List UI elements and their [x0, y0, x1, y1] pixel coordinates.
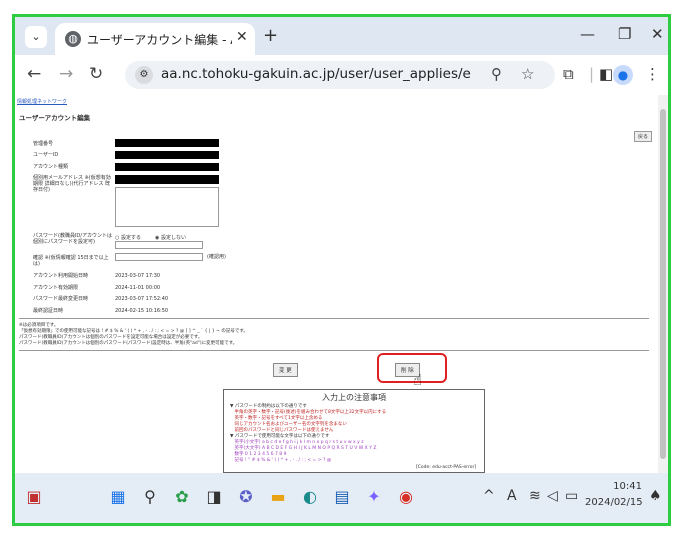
url-text[interactable]: aa.nc.tohoku-gakuin.ac.jp/user/user_appl…	[161, 66, 471, 82]
chrome-icon[interactable]: ◉	[395, 486, 417, 508]
profile-avatar-icon[interactable]: ●	[613, 65, 633, 85]
screenshot-frame: ⌄ ◍ ユーザーアカウント編集 - Account ✕ + — ❐ ✕ ← → …	[12, 14, 671, 526]
tab-search-icon[interactable]: ⌄	[25, 26, 47, 48]
tab-strip: ⌄ ◍ ユーザーアカウント編集 - Account ✕ + — ❐ ✕	[15, 17, 668, 55]
web-page: 情報処理ネットワーク ユーザーアカウント編集 戻る 管理番号 ユーザーID アカ…	[15, 95, 668, 473]
chevron-up-icon[interactable]: ^	[483, 488, 495, 504]
hand-cursor-icon: ☝	[413, 371, 423, 389]
windows-taskbar: ▣ ▦ ⚲ ✿ ◨ ✪ ▬ ◐ ▤ ✦ ◉ ^ A ≋ ◁ ▭ 10:41 20…	[15, 473, 668, 523]
widgets-icon[interactable]: ▣	[23, 486, 45, 508]
address-bar[interactable]: ⚙ aa.nc.tohoku-gakuin.ac.jp/user/user_ap…	[125, 61, 555, 89]
store-icon[interactable]: ▤	[331, 486, 353, 508]
input-notes-popup: 入力上の注意事項 ▼ パスワードの制約は以下の通りです 半角の英字・数字・記号(…	[223, 389, 485, 473]
teams-icon[interactable]: ✪	[235, 486, 257, 508]
radio-set[interactable]: ○ 設定する	[115, 234, 141, 241]
date-value-start: 2023-03-07 17:30	[115, 273, 161, 279]
back-button[interactable]: 戻る	[633, 131, 652, 142]
edge-icon[interactable]: ◐	[299, 486, 321, 508]
redacted-value	[115, 175, 219, 184]
radio-not-set[interactable]: ◉ 設定しない	[155, 234, 186, 241]
menu-kebab-icon[interactable]: ⋮	[645, 65, 660, 83]
redacted-value	[115, 163, 219, 171]
restore-icon[interactable]: ❐	[618, 25, 631, 43]
field-label-userid: ユーザーID	[33, 152, 59, 158]
tab-title: ユーザーアカウント編集 - Account	[87, 33, 232, 47]
site-info-icon[interactable]: ⚙	[135, 66, 153, 84]
search-icon[interactable]: ⚲	[139, 486, 161, 508]
date-label-expire: アカウント有効期限	[33, 285, 79, 291]
date-label-lastauth: 最終認証日時	[33, 308, 64, 314]
reload-icon[interactable]: ↻	[89, 64, 103, 84]
clock-time[interactable]: 10:41	[606, 481, 642, 492]
confirm-label: 確認 ※(仮情報確認 15日まで以上は)	[33, 255, 109, 267]
confirm-suffix: (確認用)	[207, 254, 226, 260]
close-tab-icon[interactable]: ✕	[236, 29, 248, 45]
battery-icon[interactable]: ▭	[565, 488, 578, 504]
close-window-icon[interactable]: ✕	[651, 25, 664, 43]
tab-account-edit[interactable]: ◍ ユーザーアカウント編集 - Account ✕	[55, 23, 255, 55]
password-label: パスワード(教職員ID/アカウントは個別にパスワードを設定可)	[33, 233, 112, 245]
popup-title: 入力上の注意事項	[322, 393, 386, 402]
popup-code: [Code: edu-acct-PAS-error]	[416, 465, 477, 470]
forward-icon[interactable]: →	[59, 64, 73, 84]
divider	[19, 318, 649, 319]
wifi-icon[interactable]: ≋	[529, 488, 541, 504]
extensions-icon[interactable]: ⧉	[563, 65, 574, 83]
divider	[19, 350, 649, 351]
field-label-email: 個別用メールアドレス ※(仮想有効期限 詳細日なし)(代行アドレス 既存日付)	[33, 175, 111, 193]
side-panel-icon[interactable]: ◧	[599, 65, 613, 83]
redacted-value	[115, 139, 219, 147]
app-icon[interactable]: ✦	[363, 486, 385, 508]
volume-icon[interactable]: ◁	[547, 488, 558, 504]
notification-bell-icon[interactable]: ♠	[649, 488, 662, 504]
scrollbar-thumb[interactable]	[660, 109, 666, 459]
redacted-value	[115, 151, 219, 159]
email-textarea[interactable]	[115, 187, 219, 227]
zoom-icon[interactable]: ⚲	[491, 65, 502, 83]
page-title: ユーザーアカウント編集	[19, 114, 91, 122]
change-button[interactable]: 変 更	[273, 363, 298, 377]
start-icon[interactable]: ▦	[107, 486, 129, 508]
breadcrumb[interactable]: 情報処理ネットワーク	[17, 98, 67, 105]
highlight-box	[377, 353, 447, 383]
bookmark-star-icon[interactable]: ☆	[521, 65, 534, 83]
date-value-lastauth: 2024-02-15 10:16:50	[115, 308, 169, 314]
date-label-start: アカウント利用開始日時	[33, 273, 89, 279]
globe-icon: ◍	[65, 31, 81, 47]
toolbar-divider: |	[589, 65, 595, 83]
date-value-expire: 2024-11-01 00:00	[115, 285, 161, 291]
minimize-icon[interactable]: —	[580, 25, 595, 43]
note-line: パスワード(教職員ID)アカウントは個別のパスワード(パスワード)設定時は、半角…	[19, 341, 238, 346]
page-scrollbar[interactable]	[658, 95, 668, 473]
back-icon[interactable]: ←	[27, 64, 41, 84]
clock-date[interactable]: 2024/02/15	[585, 497, 643, 508]
ime-icon[interactable]: A	[507, 488, 517, 504]
task-view-icon[interactable]: ◨	[203, 486, 225, 508]
date-label-pwchange: パスワード最終変更日時	[33, 296, 89, 302]
popup-line: 記号 ! " # $ % & ' ( ) * + , - . / : ; < =…	[230, 458, 332, 463]
new-tab-icon[interactable]: +	[263, 25, 278, 46]
file-explorer-icon[interactable]: ▬	[267, 486, 289, 508]
field-label-type: アカウント種類	[33, 164, 69, 170]
browser-toolbar: ← → ↻ ⚙ aa.nc.tohoku-gakuin.ac.jp/user/u…	[15, 55, 668, 95]
password-input[interactable]	[115, 241, 203, 249]
date-value-pwchange: 2023-03-07 17:52:40	[115, 296, 169, 302]
field-label-id: 管理番号	[33, 141, 54, 147]
password-confirm-input[interactable]	[115, 253, 203, 261]
copilot-icon[interactable]: ✿	[171, 486, 193, 508]
